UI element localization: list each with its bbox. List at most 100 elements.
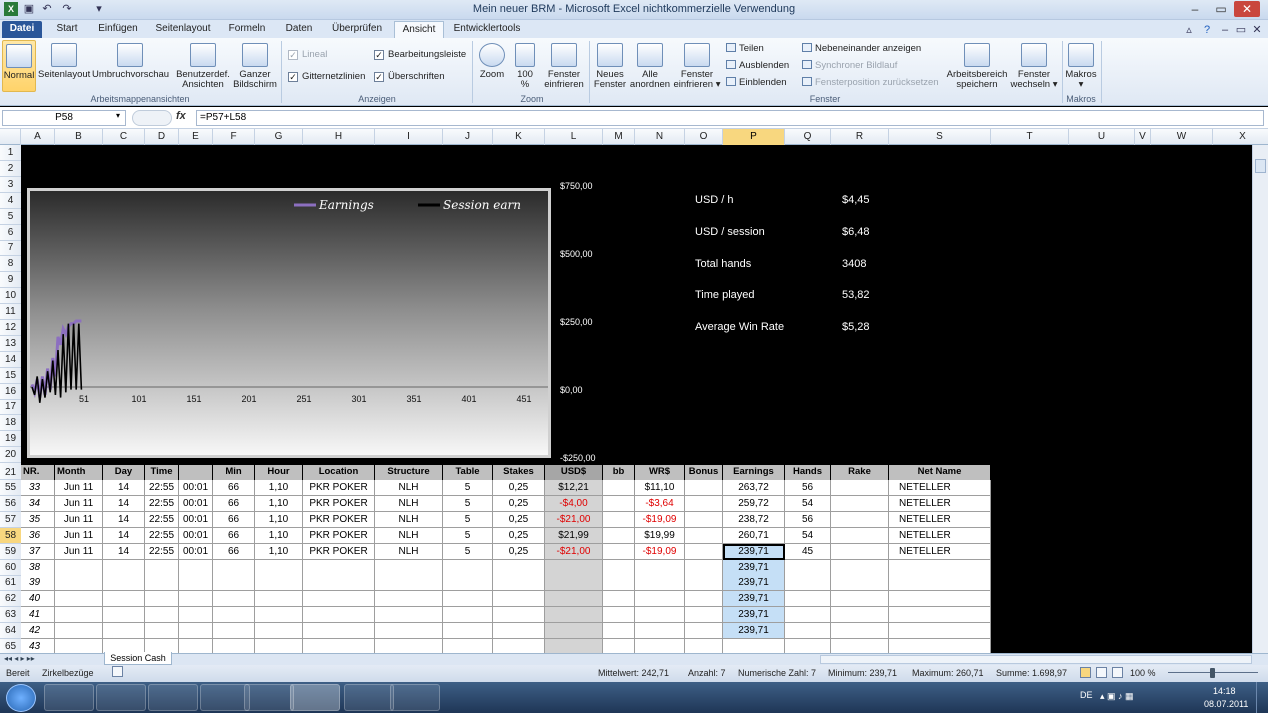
table-cell-r4-c10[interactable]: 0,25 — [493, 543, 545, 560]
table-cell-r8-c6[interactable] — [255, 607, 303, 624]
row-header-9[interactable]: 9 — [0, 272, 21, 289]
row-header-1[interactable]: 1 — [0, 145, 21, 161]
table-cell-r4-c15[interactable]: 239,71 — [723, 543, 785, 560]
table-cell-r0-c2[interactable]: 14 — [103, 480, 145, 496]
table-cell-r6-c7[interactable] — [303, 575, 375, 592]
table-cell-r3-c7[interactable]: PKR POKER — [303, 527, 375, 544]
chart[interactable]: 51 101 151 201 251 301 351 401 451 Earnings Sessio… — [27, 188, 551, 458]
table-cell-r4-c16[interactable]: 45 — [785, 543, 831, 560]
switch-windows-button[interactable]: Fenster wechseln ▾ — [1010, 40, 1058, 92]
table-cell-r6-c12[interactable] — [603, 575, 635, 592]
table-cell-r1-c13[interactable]: -$3,64 — [635, 495, 685, 512]
table-cell-r9-c13[interactable] — [635, 623, 685, 640]
table-cell-r9-c12[interactable] — [603, 623, 635, 640]
table-cell-r4-c11[interactable]: -$21,00 — [545, 543, 603, 560]
table-cell-r9-c2[interactable] — [103, 623, 145, 640]
table-cell-r10-c10[interactable] — [493, 639, 545, 653]
table-cell-r2-c0[interactable]: 35 — [21, 511, 55, 528]
row-header-14[interactable]: 14 — [0, 352, 21, 368]
table-cell-r2-c3[interactable]: 22:55 — [145, 511, 179, 528]
row-header-56[interactable]: 56 — [0, 496, 21, 512]
table-cell-r7-c3[interactable] — [145, 591, 179, 608]
table-header-10[interactable]: Stakes — [493, 465, 545, 480]
table-cell-r9-c8[interactable] — [375, 623, 443, 640]
table-cell-r0-c18[interactable]: NETELLER — [889, 480, 991, 496]
zoom-selection-button[interactable]: Fenster einfrieren — [542, 40, 586, 92]
taskbar-calculator-icon[interactable] — [390, 684, 440, 711]
tab-einfuegen[interactable]: Einfügen — [92, 21, 144, 38]
table-cell-r2-c4[interactable]: 00:01 — [179, 511, 213, 528]
table-cell-r1-c14[interactable] — [685, 495, 723, 512]
table-cell-r7-c10[interactable] — [493, 591, 545, 608]
table-cell-r10-c17[interactable] — [831, 639, 889, 653]
table-cell-r2-c6[interactable]: 1,10 — [255, 511, 303, 528]
table-cell-r5-c5[interactable] — [213, 559, 255, 576]
table-cell-r3-c10[interactable]: 0,25 — [493, 527, 545, 544]
table-cell-r1-c4[interactable]: 00:01 — [179, 495, 213, 512]
table-header-17[interactable]: Rake — [831, 465, 889, 480]
table-header-4[interactable] — [179, 465, 213, 480]
table-cell-r10-c15[interactable] — [723, 639, 785, 653]
col-header-v[interactable]: V — [1135, 129, 1151, 145]
table-cell-r6-c0[interactable]: 39 — [21, 575, 55, 592]
row-header-12[interactable]: 12 — [0, 320, 21, 336]
table-cell-r0-c4[interactable]: 00:01 — [179, 480, 213, 496]
table-cell-r5-c10[interactable] — [493, 559, 545, 576]
table-cell-r1-c3[interactable]: 22:55 — [145, 495, 179, 512]
table-cell-r6-c9[interactable] — [443, 575, 493, 592]
table-cell-r10-c11[interactable] — [545, 639, 603, 653]
table-cell-r0-c9[interactable]: 5 — [443, 480, 493, 496]
row-header-64[interactable]: 64 — [0, 623, 21, 640]
table-cell-r10-c8[interactable] — [375, 639, 443, 653]
tab-seitenlayout[interactable]: Seitenlayout — [150, 21, 216, 38]
table-cell-r9-c5[interactable] — [213, 623, 255, 640]
col-header-b[interactable]: B — [55, 129, 103, 145]
table-cell-r3-c17[interactable] — [831, 527, 889, 544]
doc-restore-icon[interactable]: ▭ — [1234, 23, 1248, 37]
custom-views-button[interactable]: Benutzerdef. Ansichten — [172, 40, 234, 92]
tab-start[interactable]: Start — [48, 21, 86, 38]
table-cell-r9-c0[interactable]: 42 — [21, 623, 55, 640]
col-header-m[interactable]: M — [603, 129, 635, 145]
table-cell-r10-c16[interactable] — [785, 639, 831, 653]
table-cell-r5-c0[interactable]: 38 — [21, 559, 55, 576]
table-cell-r4-c2[interactable]: 14 — [103, 543, 145, 560]
row-header-7[interactable]: 7 — [0, 240, 21, 257]
table-cell-r6-c2[interactable] — [103, 575, 145, 592]
table-header-18[interactable]: Net Name — [889, 465, 991, 480]
table-cell-r2-c16[interactable]: 56 — [785, 511, 831, 528]
table-cell-r3-c14[interactable] — [685, 527, 723, 544]
row-header-60[interactable]: 60 — [0, 560, 21, 576]
taskbar-explorer-icon[interactable] — [96, 684, 146, 711]
taskbar-language[interactable]: DE — [1080, 690, 1093, 700]
table-cell-r2-c2[interactable]: 14 — [103, 511, 145, 528]
table-header-6[interactable]: Hour — [255, 465, 303, 480]
table-cell-r8-c14[interactable] — [685, 607, 723, 624]
tab-entwicklertools[interactable]: Entwicklertools — [450, 21, 524, 38]
table-cell-r7-c2[interactable] — [103, 591, 145, 608]
row-header-10[interactable]: 10 — [0, 288, 21, 305]
table-cell-r1-c12[interactable] — [603, 495, 635, 512]
col-header-e[interactable]: E — [179, 129, 213, 145]
arrange-all-button[interactable]: Alle anordnen — [628, 40, 672, 92]
table-header-7[interactable]: Location — [303, 465, 375, 480]
reset-position-button[interactable]: Fensterposition zurücksetzen — [802, 76, 939, 90]
horizontal-scrollbar[interactable] — [820, 655, 1252, 664]
table-header-1[interactable]: Month — [55, 465, 103, 480]
table-cell-r3-c8[interactable]: NLH — [375, 527, 443, 544]
table-cell-r0-c13[interactable]: $11,10 — [635, 480, 685, 496]
table-header-2[interactable]: Day — [103, 465, 145, 480]
table-cell-r6-c4[interactable] — [179, 575, 213, 592]
table-cell-r10-c13[interactable] — [635, 639, 685, 653]
table-cell-r5-c7[interactable] — [303, 559, 375, 576]
table-cell-r2-c12[interactable] — [603, 511, 635, 528]
show-desktop-button[interactable] — [1256, 682, 1268, 713]
table-cell-r8-c15[interactable]: 239,71 — [723, 607, 785, 624]
table-cell-r2-c8[interactable]: NLH — [375, 511, 443, 528]
macros-button[interactable]: Makros ▾ — [1064, 40, 1098, 92]
row-header-6[interactable]: 6 — [0, 225, 21, 241]
table-cell-r8-c7[interactable] — [303, 607, 375, 624]
select-all-corner[interactable] — [0, 129, 21, 145]
table-cell-r3-c4[interactable]: 00:01 — [179, 527, 213, 544]
table-cell-r4-c17[interactable] — [831, 543, 889, 560]
